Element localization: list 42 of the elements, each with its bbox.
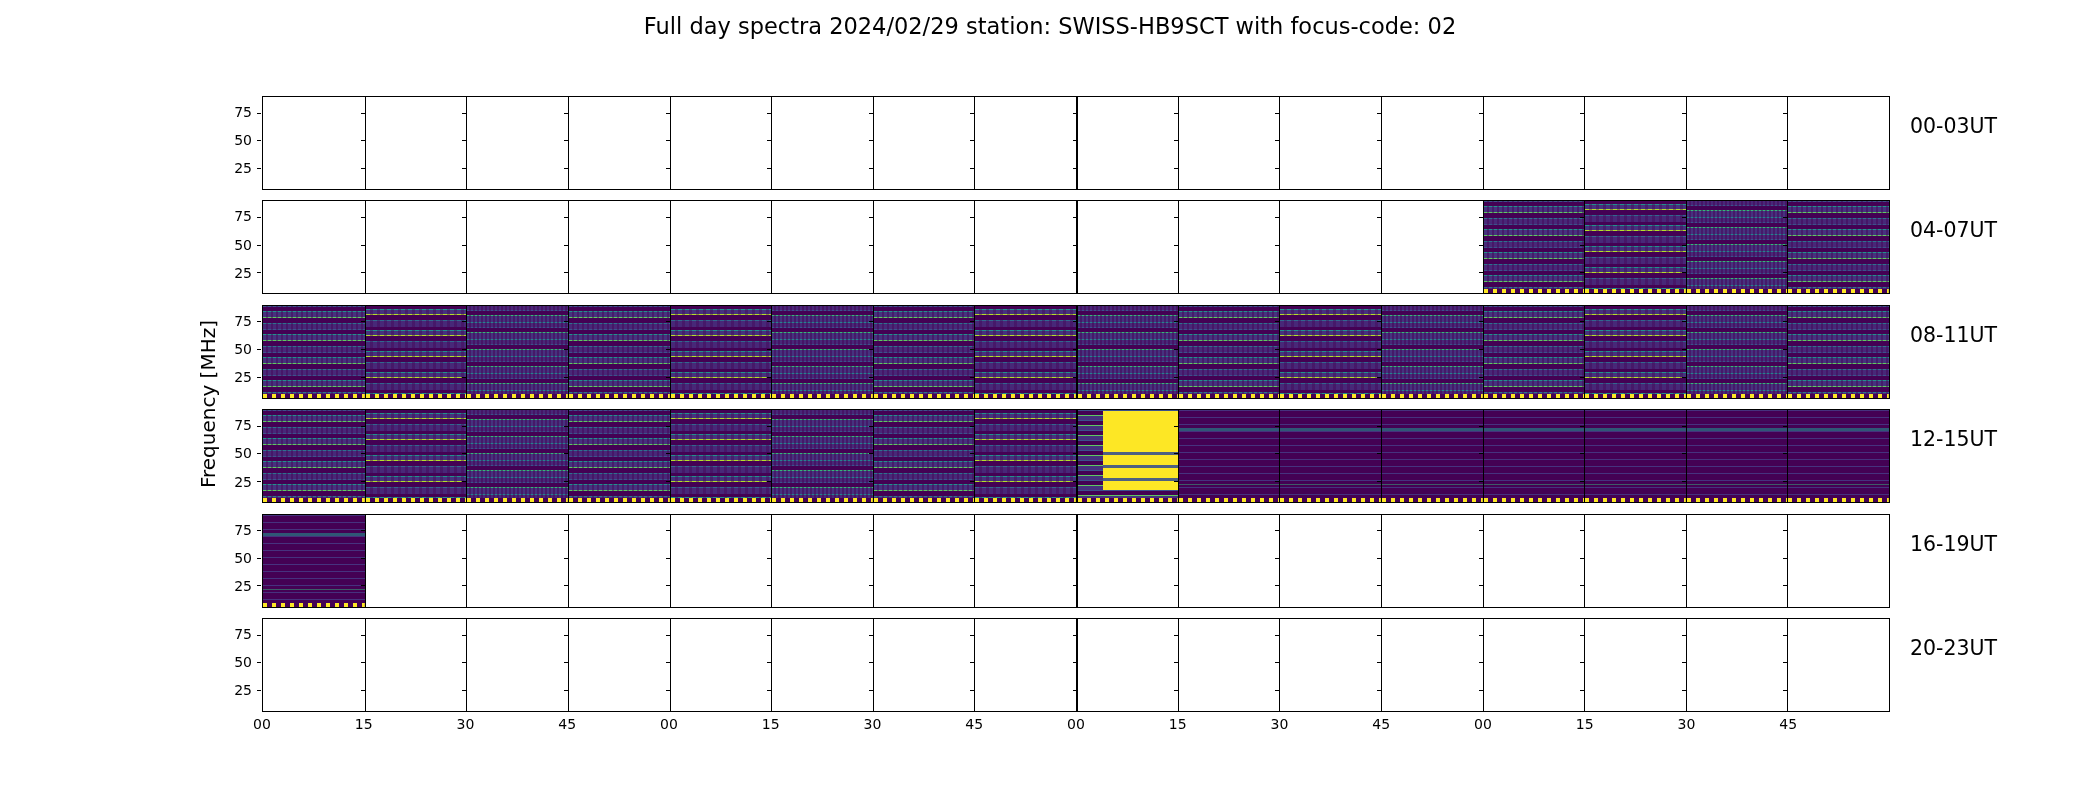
x-tick-label: 45 [964,715,985,735]
y-tick-label: 25 [234,370,252,385]
y-tick-label: 25 [234,474,252,489]
y-tick-label: 75 [234,522,252,537]
y-tick-label: 25 [234,161,252,176]
x-tick-label: 15 [1167,715,1188,735]
y-tick-label: 75 [234,313,252,328]
row-label: 12-15UT [1910,427,1998,452]
y-tick-label: 50 [234,133,252,148]
figure-title: Full day spectra 2024/02/29 station: SWISS-HB9SCT with focus-code: 02 [643,13,1457,39]
x-tick-label: 45 [1371,715,1392,735]
row-label: 04-07UT [1910,218,1998,243]
y-tick-label: 50 [234,237,252,252]
x-tick-label: 15 [760,715,781,735]
x-tick-label: 00 [1066,715,1086,735]
x-tick-label: 45 [557,715,578,735]
x-tick-label: 00 [1473,715,1493,735]
y-tick-label: 50 [234,446,252,461]
y-tick-label: 50 [234,550,252,565]
y-tick-label: 25 [234,265,252,280]
x-tick-label: 30 [1269,715,1290,735]
x-tick-label: 15 [353,715,374,735]
row-label: 08-11UT [1910,322,1998,347]
row-label: 00-03UT [1910,114,1998,138]
y-tick-label: 75 [234,104,252,119]
x-tick-label: 45 [1778,715,1799,735]
y-tick-label: 75 [234,626,252,641]
row-label: 16-19UT [1910,531,1998,556]
x-tick-label: 00 [659,715,679,735]
x-tick-label: 30 [1676,715,1697,735]
row-label: 20-23UT [1910,635,1998,660]
x-tick-label: 15 [1574,715,1595,735]
x-tick-label: 30 [455,715,476,735]
y-tick-label: 75 [234,209,252,224]
x-tick-label: 30 [862,715,883,735]
x-tick-label: 00 [252,715,272,735]
y-tick-label: 75 [234,418,252,433]
y-axis-label: Frequency [MHz] [196,319,220,489]
y-tick-label: 50 [234,655,252,670]
y-tick-label: 50 [234,341,252,356]
y-tick-label: 25 [234,578,252,593]
y-tick-label: 25 [234,683,252,698]
